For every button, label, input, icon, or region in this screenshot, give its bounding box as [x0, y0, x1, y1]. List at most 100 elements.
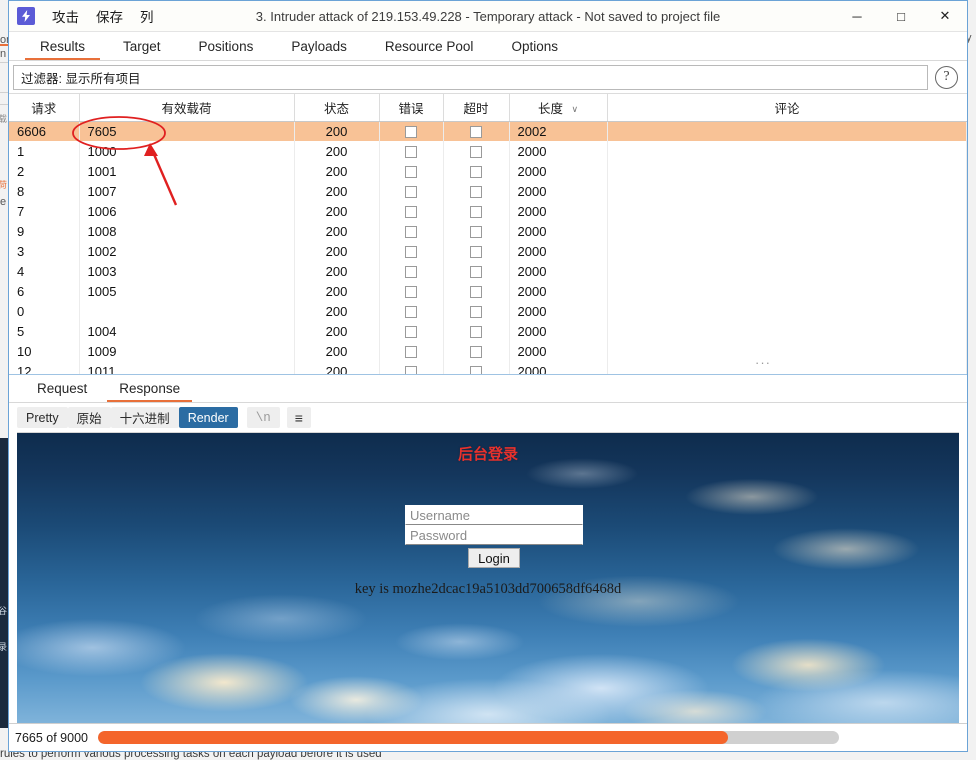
cell-timeout[interactable]: [443, 361, 510, 374]
cell-timeout[interactable]: [443, 141, 510, 161]
username-input[interactable]: Username: [405, 505, 583, 525]
tab-results[interactable]: Results: [21, 32, 104, 60]
minimize-icon[interactable]: ─: [835, 1, 879, 32]
column-header-error[interactable]: 错误: [379, 94, 444, 122]
timeout-checkbox[interactable]: [470, 226, 482, 239]
cell-timeout[interactable]: [443, 221, 510, 241]
view-hex-button[interactable]: 十六进制: [110, 407, 179, 428]
error-checkbox[interactable]: [405, 246, 417, 259]
timeout-checkbox[interactable]: [470, 346, 482, 359]
timeout-checkbox[interactable]: [470, 246, 482, 259]
cell-error[interactable]: [379, 221, 444, 241]
error-checkbox[interactable]: [405, 286, 417, 299]
tab-target[interactable]: Target: [104, 32, 180, 60]
timeout-checkbox[interactable]: [470, 306, 482, 319]
error-checkbox[interactable]: [405, 366, 417, 374]
timeout-checkbox[interactable]: [470, 146, 482, 159]
error-checkbox[interactable]: [405, 226, 417, 239]
newline-toggle-button[interactable]: \n: [246, 407, 280, 428]
table-row[interactable]: 8 1007 200 2000: [9, 181, 967, 201]
menu-attack[interactable]: 攻击: [52, 6, 79, 26]
cell-error[interactable]: [379, 301, 444, 321]
table-row[interactable]: 5 1004 200 2000: [9, 321, 967, 341]
tab-positions[interactable]: Positions: [180, 32, 273, 60]
view-raw-button[interactable]: 原始: [67, 407, 111, 428]
timeout-checkbox[interactable]: [470, 286, 482, 299]
password-input[interactable]: Password: [405, 525, 583, 545]
tab-payloads[interactable]: Payloads: [272, 32, 366, 60]
error-checkbox[interactable]: [405, 146, 417, 159]
timeout-checkbox[interactable]: [470, 126, 482, 139]
tab-options[interactable]: Options: [492, 32, 577, 60]
row-overflow-ellipsis[interactable]: ···: [755, 355, 771, 370]
table-row[interactable]: 9 1008 200 2000: [9, 221, 967, 241]
table-row[interactable]: 2 1001 200 2000: [9, 161, 967, 181]
table-row[interactable]: 7 1006 200 2000: [9, 201, 967, 221]
error-checkbox[interactable]: [405, 326, 417, 339]
cell-error[interactable]: [379, 361, 444, 374]
column-header-status[interactable]: 状态: [294, 94, 380, 122]
column-header-comment[interactable]: 评论: [607, 94, 967, 122]
cell-error[interactable]: [379, 121, 444, 141]
error-checkbox[interactable]: [405, 266, 417, 279]
filter-input[interactable]: 过滤器: 显示所有项目: [13, 64, 928, 90]
column-header-length[interactable]: 长度 ∨: [509, 94, 608, 122]
results-table-container[interactable]: 请求 有效载荷 状态 错误 超时 长度 ∨ 评论 6606 7605 200 2002…: [9, 94, 967, 375]
column-header-payload[interactable]: 有效载荷: [79, 94, 295, 122]
table-row[interactable]: 0 200 2000: [9, 301, 967, 321]
cell-error[interactable]: [379, 181, 444, 201]
cell-timeout[interactable]: [443, 201, 510, 221]
cell-timeout[interactable]: [443, 281, 510, 301]
table-row[interactable]: 10 1009 200 2000: [9, 341, 967, 361]
cell-timeout[interactable]: [443, 161, 510, 181]
table-row[interactable]: 1 1000 200 2000: [9, 141, 967, 161]
error-checkbox[interactable]: [405, 166, 417, 179]
cell-error[interactable]: [379, 201, 444, 221]
table-row[interactable]: 6606 7605 200 2002: [9, 121, 967, 141]
error-checkbox[interactable]: [405, 346, 417, 359]
cell-timeout[interactable]: [443, 341, 510, 361]
table-row[interactable]: 4 1003 200 2000: [9, 261, 967, 281]
cell-error[interactable]: [379, 241, 444, 261]
table-row[interactable]: 12 1011 200 2000: [9, 361, 967, 374]
cell-timeout[interactable]: [443, 261, 510, 281]
view-render-button[interactable]: Render: [178, 407, 238, 428]
login-button[interactable]: Login: [468, 548, 520, 568]
cell-error[interactable]: [379, 281, 444, 301]
view-pretty-button[interactable]: Pretty: [17, 407, 68, 428]
timeout-checkbox[interactable]: [470, 266, 482, 279]
tab-request[interactable]: Request: [21, 375, 103, 402]
cell-error[interactable]: [379, 341, 444, 361]
error-checkbox[interactable]: [405, 126, 417, 139]
menu-columns[interactable]: 列: [140, 6, 154, 26]
tab-resource-pool[interactable]: Resource Pool: [366, 32, 493, 60]
cell-error[interactable]: [379, 321, 444, 341]
menu-save[interactable]: 保存: [96, 6, 123, 26]
cell-timeout[interactable]: [443, 321, 510, 341]
timeout-checkbox[interactable]: [470, 166, 482, 179]
table-row[interactable]: 3 1002 200 2000: [9, 241, 967, 261]
cell-error[interactable]: [379, 261, 444, 281]
cell-error[interactable]: [379, 141, 444, 161]
timeout-checkbox[interactable]: [470, 206, 482, 219]
cell-timeout[interactable]: [443, 121, 510, 141]
hamburger-menu-icon[interactable]: ≡: [286, 407, 311, 428]
timeout-checkbox[interactable]: [470, 366, 482, 374]
cell-timeout[interactable]: [443, 301, 510, 321]
error-checkbox[interactable]: [405, 306, 417, 319]
close-icon[interactable]: ✕: [923, 1, 967, 32]
help-icon[interactable]: ?: [935, 65, 958, 89]
error-checkbox[interactable]: [405, 206, 417, 219]
cell-error[interactable]: [379, 161, 444, 181]
column-header-timeout[interactable]: 超时: [443, 94, 510, 122]
rendered-response-page[interactable]: 后台登录 Username Password Login key is mozh…: [17, 432, 959, 723]
timeout-checkbox[interactable]: [470, 186, 482, 199]
error-checkbox[interactable]: [405, 186, 417, 199]
column-header-request[interactable]: 请求: [9, 94, 80, 122]
timeout-checkbox[interactable]: [470, 326, 482, 339]
cell-timeout[interactable]: [443, 181, 510, 201]
cell-timeout[interactable]: [443, 241, 510, 261]
maximize-icon[interactable]: □: [879, 1, 923, 32]
tab-response[interactable]: Response: [103, 375, 196, 402]
table-row[interactable]: 6 1005 200 2000: [9, 281, 967, 301]
